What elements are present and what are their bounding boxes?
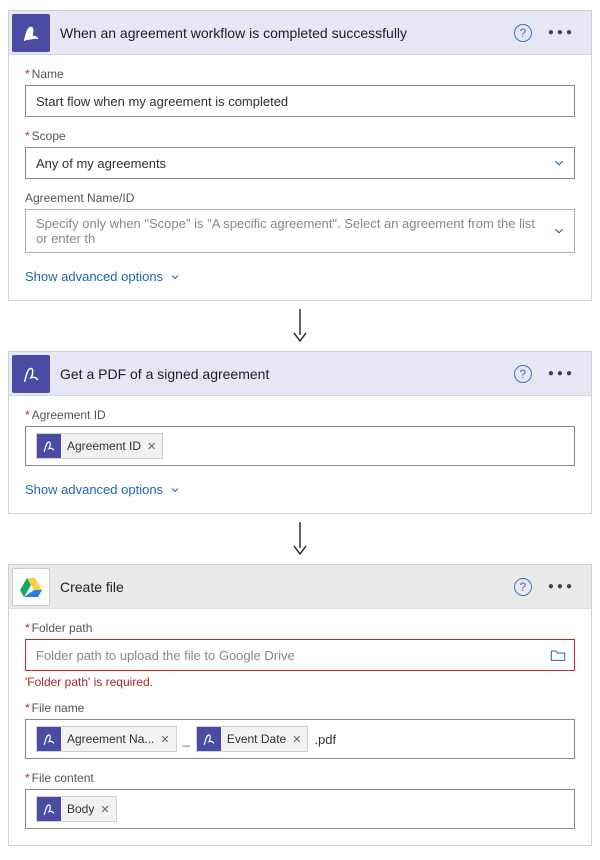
adobe-sign-icon <box>37 434 61 458</box>
field-name: Name Start flow when my agreement is com… <box>25 67 575 117</box>
file-content-label: File content <box>25 771 575 785</box>
folder-path-input[interactable]: Folder path to upload the file to Google… <box>25 639 575 671</box>
agreement-label: Agreement Name/ID <box>25 191 575 205</box>
card-body: Folder path Folder path to upload the fi… <box>9 609 591 845</box>
folder-path-label: Folder path <box>25 621 575 635</box>
field-scope: Scope Any of my agreements <box>25 129 575 179</box>
card-get-pdf: Get a PDF of a signed agreement ? ●●● Ag… <box>8 351 592 514</box>
field-agreement-name-id: Agreement Name/ID Specify only when "Sco… <box>25 191 575 253</box>
name-input[interactable]: Start flow when my agreement is complete… <box>25 85 575 117</box>
scope-label: Scope <box>25 129 575 143</box>
filename-suffix: .pdf <box>312 732 336 747</box>
token-remove-icon[interactable]: ✕ <box>147 440 156 453</box>
agreement-id-input[interactable]: Agreement ID ✕ <box>25 426 575 466</box>
token-remove-icon[interactable]: ✕ <box>100 803 109 816</box>
chevron-down-icon <box>552 224 566 238</box>
field-folder-path: Folder path Folder path to upload the fi… <box>25 621 575 689</box>
adobe-sign-icon <box>197 727 221 751</box>
name-label: Name <box>25 67 575 81</box>
token-agreement-id[interactable]: Agreement ID ✕ <box>36 433 163 459</box>
chevron-down-icon <box>552 156 566 170</box>
adobe-sign-icon <box>37 727 61 751</box>
card-title: Create file <box>60 579 514 595</box>
google-drive-icon <box>12 568 50 606</box>
show-advanced-link[interactable]: Show advanced options <box>9 269 181 300</box>
separator-text: _ <box>181 732 192 747</box>
chevron-down-icon <box>169 271 181 283</box>
more-icon[interactable]: ●●● <box>544 581 583 592</box>
help-icon[interactable]: ? <box>514 24 532 42</box>
show-advanced-link[interactable]: Show advanced options <box>9 482 181 513</box>
card-body: Name Start flow when my agreement is com… <box>9 55 591 269</box>
token-remove-icon[interactable]: ✕ <box>292 733 301 746</box>
file-content-input[interactable]: Body ✕ <box>25 789 575 829</box>
folder-picker-icon[interactable] <box>550 648 566 662</box>
file-name-input[interactable]: Agreement Na... ✕ _ Event Date ✕ .pdf <box>25 719 575 759</box>
card-agreement-trigger: When an agreement workflow is completed … <box>8 10 592 301</box>
chevron-down-icon <box>169 484 181 496</box>
agreement-id-label: Agreement ID <box>25 408 575 422</box>
card-title: When an agreement workflow is completed … <box>60 25 514 41</box>
card-header[interactable]: Get a PDF of a signed agreement ? ●●● <box>9 352 591 396</box>
adobe-sign-icon <box>12 14 50 52</box>
field-file-name: File name Agreement Na... ✕ _ Event Date… <box>25 701 575 759</box>
more-icon[interactable]: ●●● <box>544 368 583 379</box>
token-agreement-name[interactable]: Agreement Na... ✕ <box>36 726 177 752</box>
card-title: Get a PDF of a signed agreement <box>60 366 514 382</box>
token-body[interactable]: Body ✕ <box>36 796 117 822</box>
file-name-label: File name <box>25 701 575 715</box>
scope-select[interactable]: Any of my agreements <box>25 147 575 179</box>
card-create-file: Create file ? ●●● Folder path Folder pat… <box>8 564 592 846</box>
field-agreement-id: Agreement ID Agreement ID ✕ <box>25 408 575 466</box>
adobe-sign-icon <box>37 797 61 821</box>
card-body: Agreement ID Agreement ID ✕ <box>9 396 591 482</box>
arrow-connector <box>8 305 592 351</box>
more-icon[interactable]: ●●● <box>544 27 583 38</box>
token-event-date[interactable]: Event Date ✕ <box>196 726 309 752</box>
token-remove-icon[interactable]: ✕ <box>160 733 169 746</box>
agreement-select[interactable]: Specify only when "Scope" is "A specific… <box>25 209 575 253</box>
field-file-content: File content Body ✕ <box>25 771 575 829</box>
card-header[interactable]: When an agreement workflow is completed … <box>9 11 591 55</box>
arrow-connector <box>8 518 592 564</box>
card-header[interactable]: Create file ? ●●● <box>9 565 591 609</box>
help-icon[interactable]: ? <box>514 365 532 383</box>
folder-path-error: 'Folder path' is required. <box>25 675 575 689</box>
adobe-sign-icon <box>12 355 50 393</box>
help-icon[interactable]: ? <box>514 578 532 596</box>
